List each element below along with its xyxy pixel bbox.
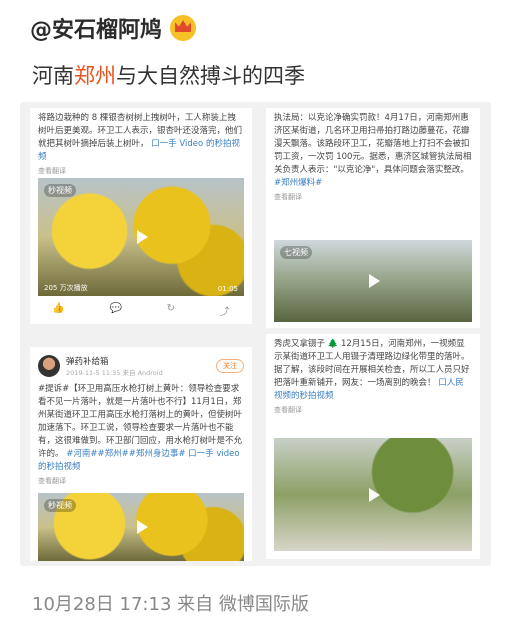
play-icon[interactable] [137,230,148,244]
video-thumbnail[interactable]: 七视频 [274,240,472,322]
like-icon[interactable]: 👍 [52,303,64,318]
username[interactable]: 弹药补给箱 [66,355,163,367]
user-row: 弹药补给箱 2019-11-5 11:35 来自 Android 关注 [30,347,252,379]
collage-image[interactable]: 将路边栽种的 8 棵银杏树树上拽树叶，工人称装上拽树叶后更美观。环卫工人表示，银… [20,102,491,566]
screenshot-card-3: 弹药补给箱 2019-11-5 11:35 来自 Android 关注 #提诉#… [30,347,252,561]
card-body: #提诉#【环卫用高压水枪打树上黄叶：领导检查要求看不见一片落叶，就是一片落叶也不… [38,384,243,459]
headline-highlight: 郑州 [74,64,116,88]
forward-icon[interactable]: ↻ [167,303,175,318]
translate-link[interactable]: 查看翻译 [30,164,252,178]
video-source-label: 七视频 [280,246,312,259]
video-duration: 01:05 [217,285,238,293]
card-text: 执法局：以克论净确实罚款！4月17日，河南郑州惠济区某街道，几名环卫用扫帚拍打路… [266,108,480,190]
headline-post: 与大自然搏斗的四季 [116,64,305,88]
card-text: #提诉#【环卫用高压水枪打树上黄叶：领导检查要求看不见一片落叶，就是一片落叶也不… [30,379,252,474]
author-name[interactable]: @安石榴阿鸠 [30,12,162,44]
share-icon[interactable]: ⤴ [220,303,230,318]
crown-badge-icon [170,15,197,41]
card-text: 秀虎又拿镊子 🌲 12月15日，河南郑州，一视频显示某街道环卫工人用镊子清理路边… [266,334,480,403]
follow-button[interactable]: 关注 [216,359,244,373]
screenshot-card-1: 将路边栽种的 8 棵银杏树树上拽树叶，工人称装上拽树叶后更美观。环卫工人表示，银… [30,108,252,324]
card-body: 执法局：以克论净确实罚款！4月17日，河南郑州惠济区某街道，几名环卫用扫帚拍打路… [274,113,472,175]
video-views: 205 万次播放 [44,284,88,292]
screenshot-card-2: 执法局：以克论净确实罚款！4月17日，河南郑州惠济区某街道，几名环卫用扫帚拍打路… [266,108,480,328]
video-source-label: 秒视频 [44,184,76,197]
post-headline: 河南郑州与大自然搏斗的四季 [32,60,305,90]
play-icon[interactable] [369,274,380,288]
translate-link[interactable]: 查看翻译 [266,190,480,204]
translate-link[interactable]: 查看翻译 [266,403,480,417]
topic-link[interactable]: #河南##郑州##郑州身边事# 口一手 video 的秒拍视频 [38,449,240,472]
comment-icon[interactable]: 💬 [109,303,121,318]
post-author[interactable]: @安石榴阿鸠 [30,12,197,44]
post-footer: 10月28日 17:13 来自 微博国际版 [32,594,309,615]
play-icon[interactable] [369,487,380,502]
video-thumbnail[interactable]: 秒视频 205 万次播放 01:05 [38,178,244,296]
card-text: 将路边栽种的 8 棵银杏树树上拽树叶，工人称装上拽树叶后更美观。环卫工人表示，银… [30,108,252,164]
video-thumbnail[interactable] [274,438,472,551]
play-icon[interactable] [137,520,148,534]
translate-link[interactable]: 查看翻译 [30,474,252,488]
video-source-label: 秒视频 [44,499,76,512]
post-time: 2019-11-5 11:35 来自 Android [66,369,163,377]
headline-pre: 河南 [32,64,74,88]
screenshot-card-4: 秀虎又拿镊子 🌲 12月15日，河南郑州，一视频显示某街道环卫工人用镊子清理路边… [266,334,480,559]
topic-link[interactable]: #郑州爆料# [274,178,322,188]
avatar[interactable] [38,355,60,377]
video-thumbnail[interactable]: 秒视频 [38,493,244,561]
action-bar: 👍 💬 ↻ ⤴ [30,303,252,318]
